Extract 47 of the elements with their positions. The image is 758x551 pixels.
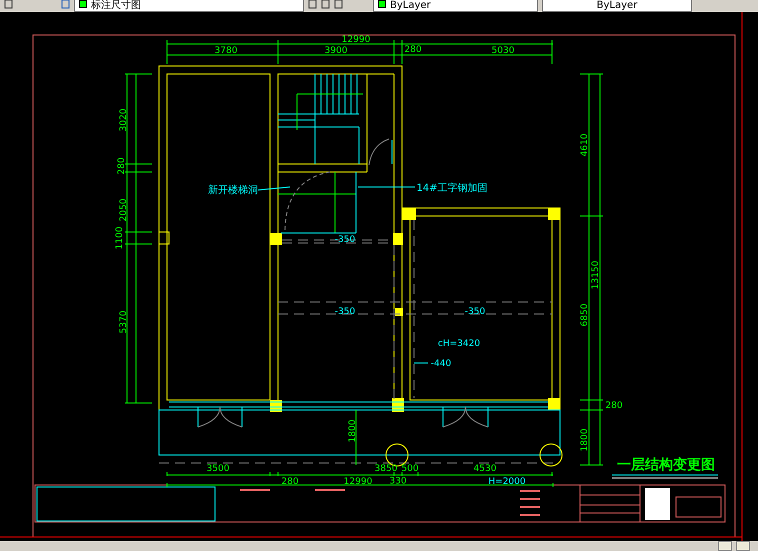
scroll-thumb[interactable]	[736, 541, 750, 551]
leader-line	[414, 362, 428, 364]
dimension-label: 1800	[580, 428, 590, 452]
layer-color-swatch	[79, 0, 87, 8]
drawing-title: 一层结构变更图	[617, 457, 715, 473]
dimension-label: 280	[117, 157, 127, 175]
elevation-label: -350	[464, 307, 486, 317]
dimension-label: 280	[605, 401, 623, 411]
column-marker	[393, 233, 403, 245]
dimension-label: 4530	[474, 464, 496, 474]
column-marker	[402, 208, 416, 220]
height-label: cH=3420	[438, 339, 480, 349]
dimension-label: 13150	[591, 260, 601, 290]
dimension-label: 5370	[119, 310, 129, 334]
dimension-label: 6850	[580, 304, 590, 326]
dimension-label: 3500	[206, 464, 230, 474]
column-marker	[548, 398, 560, 410]
dimension-label: 5030	[492, 46, 514, 56]
linetype-dropdown[interactable]: ByLayer	[542, 0, 692, 12]
elevation-label: -350	[334, 235, 356, 245]
color-dropdown[interactable]: ByLayer	[373, 0, 538, 12]
color-swatch	[378, 0, 386, 8]
dimension-label: 12990	[344, 477, 372, 487]
dimension-label: 1100	[115, 226, 125, 250]
dimension-label: 280	[404, 45, 422, 55]
leader-line	[358, 186, 416, 188]
dimension-label: 3020	[119, 108, 129, 132]
column-marker	[395, 308, 403, 316]
elevation-label: -350	[334, 307, 356, 317]
dimension-label: 2050	[119, 198, 129, 222]
annotation-label: 14#工字钢加固	[416, 183, 488, 194]
dimension-label: 280	[281, 477, 299, 487]
dimension-label: 3780	[214, 46, 238, 56]
elevation-label: -440	[430, 359, 452, 369]
dimension-label: 1800	[348, 420, 358, 442]
dimension-label: 330	[389, 476, 407, 486]
dimension-label: H=2000	[488, 477, 526, 487]
leader-line	[258, 186, 290, 190]
dimension-label: 4610	[580, 134, 590, 156]
dimension-label: 500	[401, 464, 419, 474]
scroll-left-button[interactable]	[718, 541, 732, 551]
column-marker	[270, 233, 282, 245]
annotation-label: 新开楼梯洞	[208, 185, 258, 196]
column-marker	[548, 208, 560, 220]
dimension-label: 3900	[324, 46, 348, 56]
dimension-label: 12990	[342, 35, 370, 45]
dimension-label: 3850	[374, 464, 398, 474]
